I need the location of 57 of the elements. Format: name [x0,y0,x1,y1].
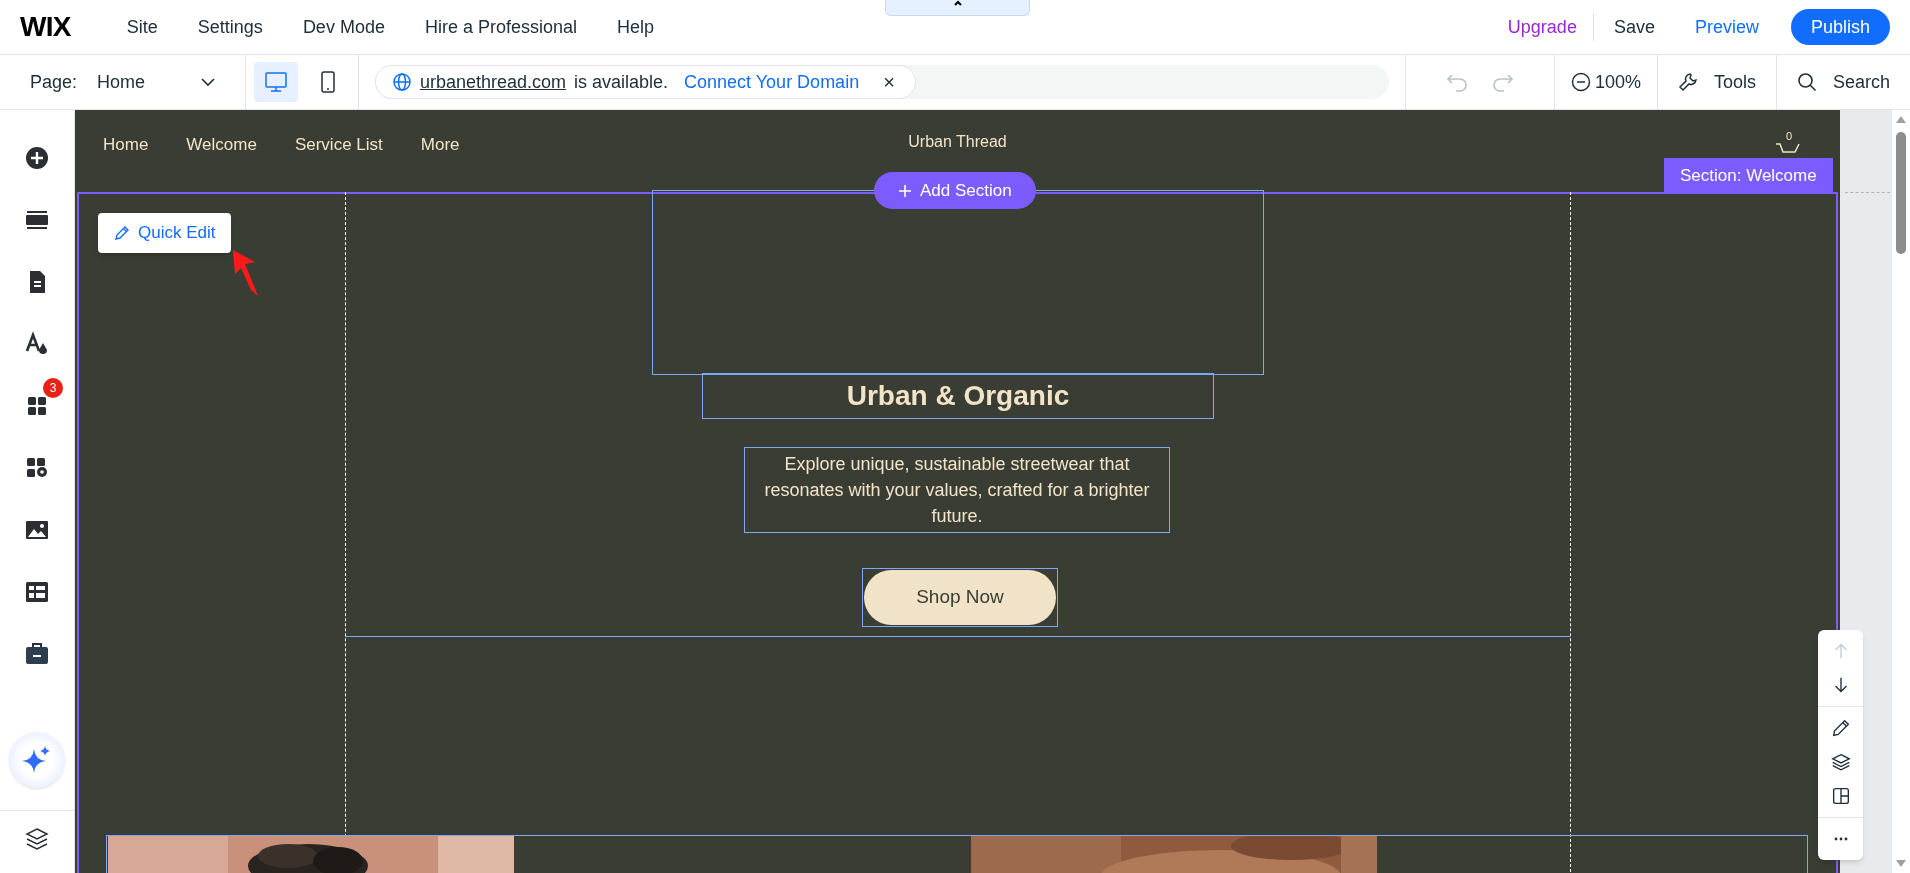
guide-line [1845,192,1890,193]
globe-icon [391,72,412,92]
plus-icon [24,145,50,171]
page-selector[interactable]: Page: Home [0,55,246,109]
caret-up-icon [952,0,963,7]
zoom-out-icon [1570,72,1591,92]
monitor-icon [263,70,288,94]
more-icon [1833,837,1848,841]
hero-heading: Urban & Organic [846,379,1070,413]
search-icon [1796,72,1817,92]
page-value: Home [97,70,146,94]
cursor-icon [233,250,259,298]
menu-item[interactable]: Hire a Professional [408,13,593,41]
scroll-down-icon[interactable] [1896,860,1906,867]
scroll-thumb[interactable] [1896,132,1906,254]
layers-icon [1829,751,1852,773]
layers-icon [24,826,50,852]
page-label: Page: [30,70,78,94]
plus-icon [898,183,912,198]
cart-count: 0 [1786,129,1793,144]
add-section-button[interactable]: Add Section [874,172,1036,209]
pencil-icon [114,225,130,241]
site-nav-link[interactable]: Home [103,132,149,158]
site-nav-link[interactable]: More [420,132,460,158]
site-title: Urban Thread [907,132,1008,152]
preview-link[interactable]: Preview [1674,13,1779,41]
availability-text: is available. [573,70,669,94]
briefcase-icon [24,641,50,667]
publish-button[interactable]: Publish [1790,9,1890,45]
upgrade-link[interactable]: Upgrade [1491,13,1593,41]
scrollbar[interactable] [1892,110,1910,873]
menu-item[interactable]: Settings [181,13,279,41]
section-label[interactable]: Section: Welcome [1664,158,1833,194]
menu-item[interactable]: Help [601,13,671,41]
ai-assistant-button[interactable] [9,732,65,788]
menu-item[interactable]: Site [110,13,174,41]
search-button[interactable]: Search [1775,55,1910,109]
hero-paragraph: Explore unique, sustainable streetwear that resonates with your values, crafted for a brighter future. [763,453,1151,528]
shop-now-button[interactable]: Shop Now [864,570,1056,625]
domain-link[interactable]: urbanethread.com [419,68,566,96]
notification-badge: 3 [43,378,63,398]
chevron-down-icon [200,77,215,87]
wrench-icon [1677,72,1698,92]
save-link[interactable]: Save [1593,13,1675,41]
quick-edit-button[interactable]: Quick Edit [98,213,232,253]
desktop-view-button[interactable] [253,62,298,102]
scroll-up-icon[interactable] [1896,116,1906,123]
zoom-button[interactable]: 100% [1553,55,1657,109]
connect-domain-link[interactable]: Connect Your Domain [684,68,860,96]
tools-button[interactable]: Tools [1656,55,1776,109]
table-icon [24,579,50,605]
site-nav-link[interactable]: Welcome [186,132,257,158]
text-drop-icon [24,331,50,357]
site-nav-link[interactable]: Service List [294,132,383,158]
menu-item[interactable]: Dev Mode [286,13,401,41]
wix-logo[interactable]: WIX [20,6,71,48]
close-button[interactable]: × [883,72,895,92]
